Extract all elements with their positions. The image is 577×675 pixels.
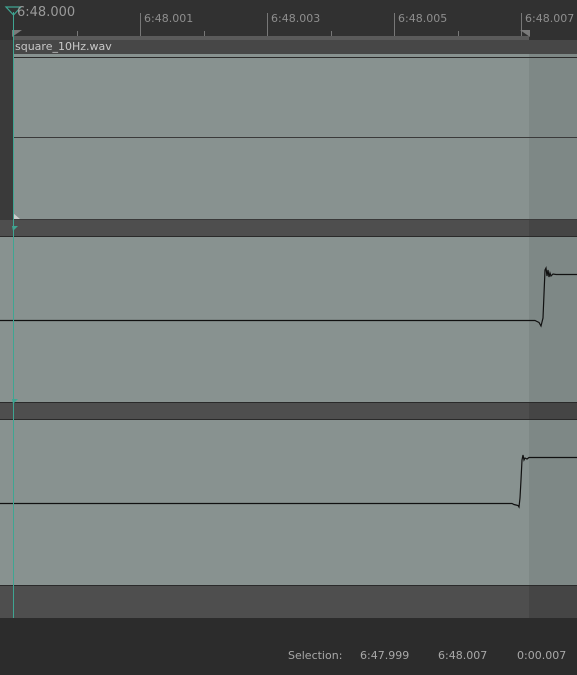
selection-label: Selection: <box>288 649 343 662</box>
playhead-track-marker <box>12 399 18 404</box>
ruler-label: 6:48.007 <box>525 12 575 25</box>
track-2-waveform-line <box>0 265 577 328</box>
selection-overlay <box>529 403 577 420</box>
track-3-waveform-line <box>0 454 577 509</box>
selection-length[interactable]: 0:00.007 <box>517 649 566 662</box>
track-1-corner-marker <box>13 213 20 219</box>
selection-overlay <box>529 420 577 586</box>
selection-start[interactable]: 6:47.999 <box>360 649 409 662</box>
selection-end[interactable]: 6:48.007 <box>438 649 487 662</box>
track-1-gutter <box>0 40 13 220</box>
selection-overlay <box>529 220 577 237</box>
ruler-label: 6:48.005 <box>398 12 448 25</box>
ruler-label: 6:48.000 <box>17 5 76 20</box>
ruler-label: 6:48.003 <box>271 12 321 25</box>
ruler-label: 6:48.001 <box>144 12 194 25</box>
selection-overlay <box>529 237 577 403</box>
waveform-graphics <box>0 6 577 632</box>
ruler-selection-band <box>13 36 529 40</box>
playhead-track-marker <box>12 226 18 231</box>
status-bar <box>0 618 577 675</box>
selection-overlay <box>529 586 577 618</box>
